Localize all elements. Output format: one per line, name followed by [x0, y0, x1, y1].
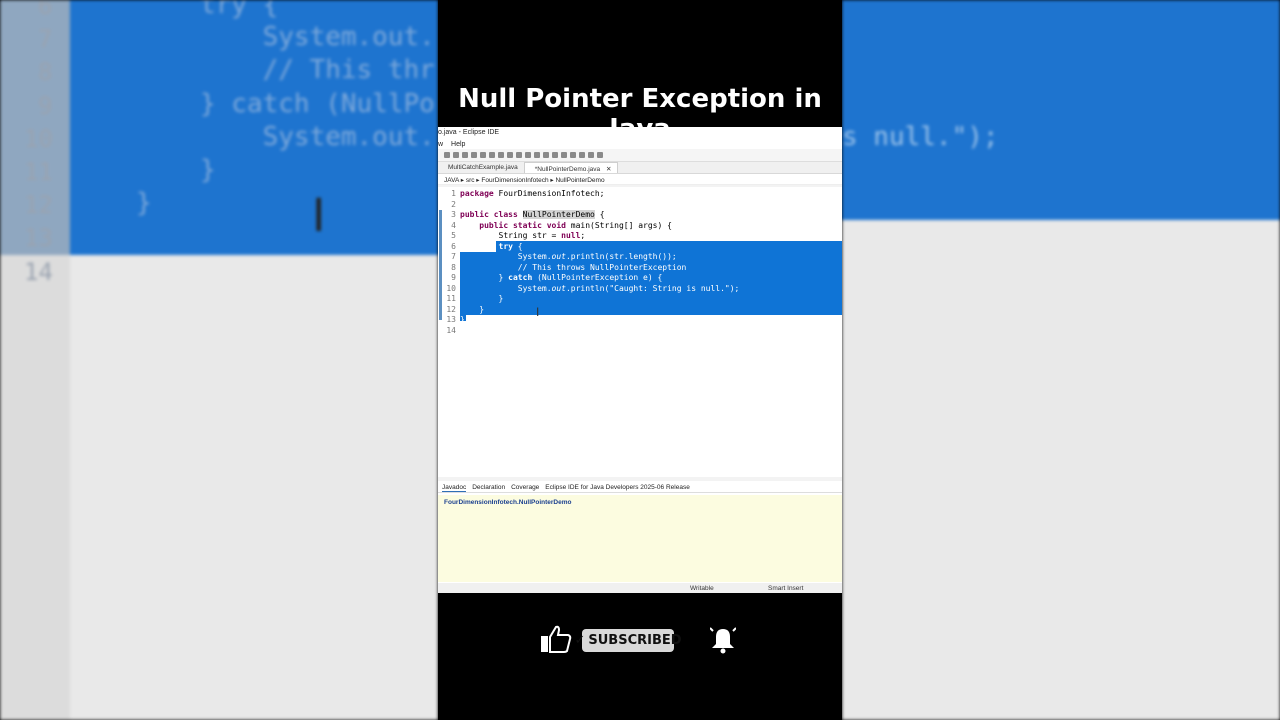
- code-line: 2: [451, 199, 456, 209]
- bg-line-number: 13: [24, 224, 53, 252]
- toolbar-icon[interactable]: [498, 152, 504, 158]
- code-line: 8 // This throws NullPointerException: [451, 262, 687, 272]
- code-editor[interactable]: 1 package FourDimensionInfotech; 2 3 publi…: [438, 187, 842, 477]
- toolbar-icon[interactable]: [561, 152, 567, 158]
- bg-line-number: 11: [24, 158, 53, 186]
- tab-label: *NullPointerDemo.java: [534, 166, 601, 173]
- tab-release-info[interactable]: Eclipse IDE for Java Developers 2025-06 …: [545, 484, 690, 492]
- breadcrumb: JAVA ▸ src ▸ FourDimensionInfotech ▸ Nul…: [438, 174, 842, 185]
- menu-bar: w Help: [438, 139, 842, 149]
- tab-nullpointerdemo[interactable]: *NullPointerDemo.java ✕: [523, 162, 619, 173]
- code-line: 13}: [446, 315, 465, 324]
- close-icon[interactable]: ✕: [606, 166, 611, 173]
- toolbar-icon[interactable]: [525, 152, 531, 158]
- code-line: 3 public class NullPointerDemo {: [451, 210, 605, 219]
- bg-line-number: 7: [38, 25, 53, 53]
- status-insert-mode: Smart Insert: [768, 585, 804, 592]
- blurred-background-right: s null.");: [842, 0, 1280, 720]
- window-title: o.java - Eclipse IDE: [438, 127, 842, 139]
- breadcrumb-item[interactable]: FourDimensionInfotech: [481, 177, 548, 184]
- code-line: 10 System.out.println("Caught: String is…: [446, 283, 740, 293]
- code-line: 6 try {: [451, 241, 523, 251]
- status-writable: Writable: [690, 585, 714, 592]
- video-frame: Null Pointer Exception in Java o.java - …: [438, 0, 842, 720]
- code-line: 12 }: [446, 304, 485, 314]
- subscribed-label: SUBSCRIBED: [588, 633, 682, 648]
- bottom-panel: Javadoc Declaration Coverage Eclipse IDE…: [438, 481, 842, 593]
- code-line: 14: [446, 325, 456, 335]
- check-icon: ✓: [574, 633, 586, 648]
- bell-icon[interactable]: [710, 625, 736, 655]
- code-line: 1 package FourDimensionInfotech;: [451, 189, 605, 198]
- bg-code: }: [136, 188, 152, 218]
- toolbar-icon[interactable]: [588, 152, 594, 158]
- bg-selection: [842, 0, 1280, 220]
- toolbar: [438, 149, 842, 162]
- bg-code: } catch (NullPo: [200, 89, 435, 119]
- code-line: 11 }: [446, 294, 504, 303]
- menu-item[interactable]: w: [438, 141, 443, 148]
- toolbar-icon[interactable]: [597, 152, 603, 158]
- text-cursor-icon: I: [536, 305, 540, 319]
- subscribed-button[interactable]: ✓ SUBSCRIBED: [574, 629, 682, 652]
- thumbs-up-icon[interactable]: [540, 624, 572, 654]
- code-line: 7 System.out.println(str.length());: [451, 252, 677, 261]
- bg-line-number: 14: [24, 258, 53, 286]
- status-bar: Writable Smart Insert: [438, 583, 842, 593]
- toolbar-icon[interactable]: [570, 152, 576, 158]
- tab-declaration[interactable]: Declaration: [472, 484, 505, 492]
- tab-multicatchexample[interactable]: MultiCatchExample.java: [438, 162, 524, 173]
- menu-item-help[interactable]: Help: [451, 141, 465, 148]
- toolbar-icon[interactable]: [489, 152, 495, 158]
- toolbar-icon[interactable]: [471, 152, 477, 158]
- bg-line-number: 8: [38, 58, 53, 86]
- bottom-tabs: Javadoc Declaration Coverage Eclipse IDE…: [438, 481, 842, 493]
- bg-code: // This thr: [200, 55, 435, 85]
- toolbar-icon[interactable]: [543, 152, 549, 158]
- toolbar-icon[interactable]: [516, 152, 522, 158]
- tab-javadoc[interactable]: Javadoc: [442, 484, 467, 492]
- subscribe-bar: ✓ SUBSCRIBED: [438, 620, 842, 660]
- eclipse-window: o.java - Eclipse IDE w Help MultiCatchEx…: [438, 127, 842, 593]
- toolbar-icon[interactable]: [444, 152, 450, 158]
- breadcrumb-item[interactable]: JAVA: [444, 177, 459, 184]
- javadoc-view: FourDimensionInfotech.NullPointerDemo: [438, 495, 842, 582]
- toolbar-icon[interactable]: [453, 152, 459, 158]
- breadcrumb-item[interactable]: NullPointerDemo: [555, 177, 604, 184]
- bg-code: System.out.: [200, 22, 435, 52]
- tab-coverage[interactable]: Coverage: [511, 484, 539, 492]
- breadcrumb-item[interactable]: src: [466, 177, 475, 184]
- bg-line-number: 6: [38, 0, 53, 20]
- toolbar-icon[interactable]: [462, 152, 468, 158]
- javadoc-title: FourDimensionInfotech.NullPointerDemo: [444, 499, 572, 506]
- bg-code: System.out.: [200, 122, 435, 152]
- code-line: 4 public static void main(String[] args)…: [451, 220, 672, 230]
- blurred-background-left: 6 7 8 9 10 11 12 13 14 try { System.out.…: [0, 0, 438, 720]
- editor-tabs: MultiCatchExample.java *NullPointerDemo.…: [438, 162, 842, 174]
- bg-code: try {: [200, 0, 279, 20]
- text-cursor-icon: I: [312, 189, 326, 242]
- bg-line-number: 12: [24, 191, 53, 219]
- bg-line-number: 9: [38, 92, 53, 120]
- code-line: 5 String str = null;: [451, 231, 586, 240]
- toolbar-icon[interactable]: [534, 152, 540, 158]
- bg-line-number: 10: [24, 125, 53, 153]
- code-line: 9 } catch (NullPointerException e) {: [451, 273, 663, 282]
- bg-code: s null.");: [842, 122, 999, 152]
- toolbar-icon[interactable]: [579, 152, 585, 158]
- toolbar-icon[interactable]: [552, 152, 558, 158]
- bg-code: }: [200, 155, 216, 185]
- toolbar-icon[interactable]: [507, 152, 513, 158]
- toolbar-icon[interactable]: [480, 152, 486, 158]
